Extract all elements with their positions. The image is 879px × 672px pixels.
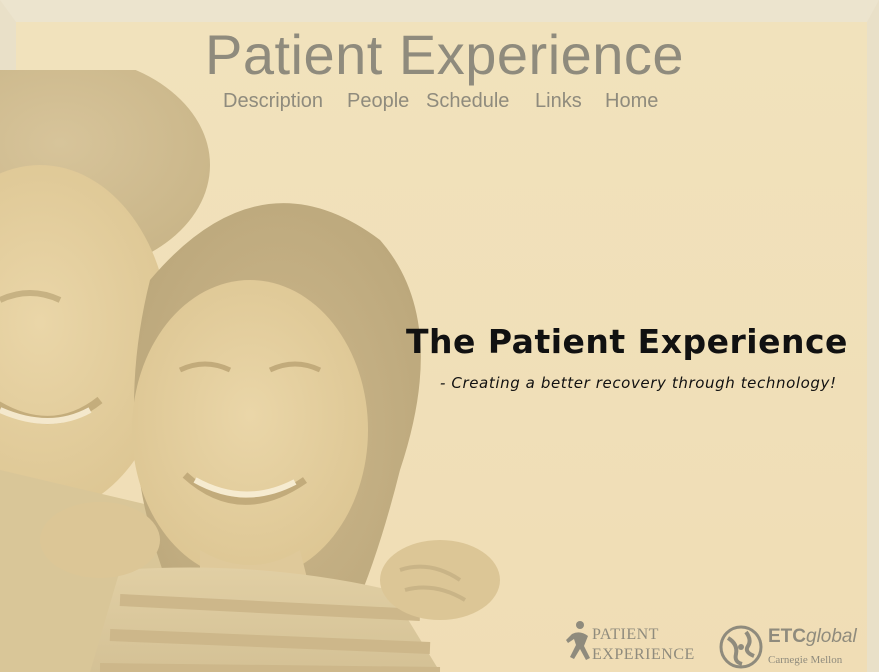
etc-global-logo: ETCglobal Carnegie Mellon [716,620,861,672]
carnegie-mellon-text: Carnegie Mellon [768,654,843,666]
etc-wordmark-bold: ETC [768,626,806,647]
nav-home-link[interactable]: Home [605,90,658,113]
nav-description-link[interactable]: Description [223,90,323,113]
nav-links-link[interactable]: Links [535,90,582,113]
globe-icon [719,625,763,669]
patient-experience-logo: PATIENT EXPERIENCE [566,616,698,668]
site-title: Patient Experience [205,23,685,86]
hero-tagline: - Creating a better recovery through tec… [440,374,837,392]
etc-global-wordmark: ETCglobal [768,626,857,648]
etc-wordmark-italic: global [806,626,857,647]
hero-photo [0,70,500,672]
page: Patient Experience Description People Sc… [0,0,879,672]
hero-headline: The Patient Experience [406,322,848,361]
nav-people-link[interactable]: People [347,90,409,113]
patient-experience-logo-line1: PATIENT [592,626,659,643]
nav-schedule-link[interactable]: Schedule [426,90,509,113]
patient-experience-logo-line2: EXPERIENCE [592,646,695,663]
